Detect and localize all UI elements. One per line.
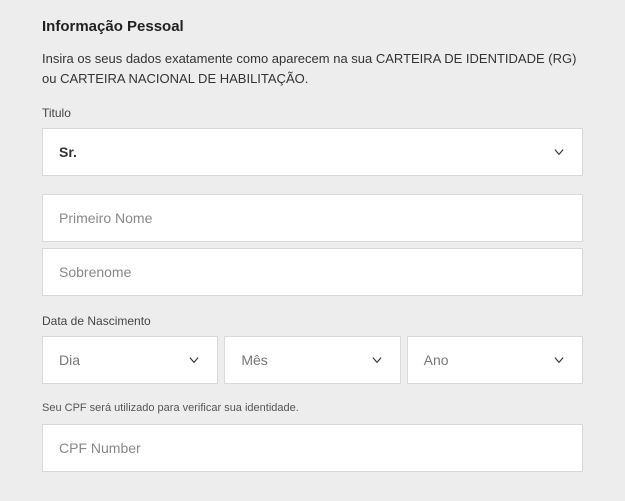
chevron-down-icon xyxy=(552,353,566,367)
dob-year-value: Ano xyxy=(424,352,552,368)
dob-month-select[interactable]: Mês xyxy=(224,336,400,384)
chevron-down-icon xyxy=(552,145,566,159)
title-label: Titulo xyxy=(42,106,583,120)
title-select[interactable]: Sr. xyxy=(42,128,583,176)
section-heading: Informação Pessoal xyxy=(42,18,583,35)
dob-label: Data de Nascimento xyxy=(42,314,583,328)
cpf-input[interactable] xyxy=(42,424,583,472)
chevron-down-icon xyxy=(187,353,201,367)
chevron-down-icon xyxy=(370,353,384,367)
cpf-helper-text: Seu CPF será utilizado para verificar su… xyxy=(42,402,583,414)
last-name-input[interactable] xyxy=(42,248,583,296)
title-select-value: Sr. xyxy=(59,144,552,160)
dob-month-value: Mês xyxy=(241,352,369,368)
first-name-input[interactable] xyxy=(42,194,583,242)
dob-year-select[interactable]: Ano xyxy=(407,336,583,384)
dob-day-select[interactable]: Dia xyxy=(42,336,218,384)
dob-day-value: Dia xyxy=(59,352,187,368)
section-description: Insira os seus dados exatamente como apa… xyxy=(42,49,583,88)
